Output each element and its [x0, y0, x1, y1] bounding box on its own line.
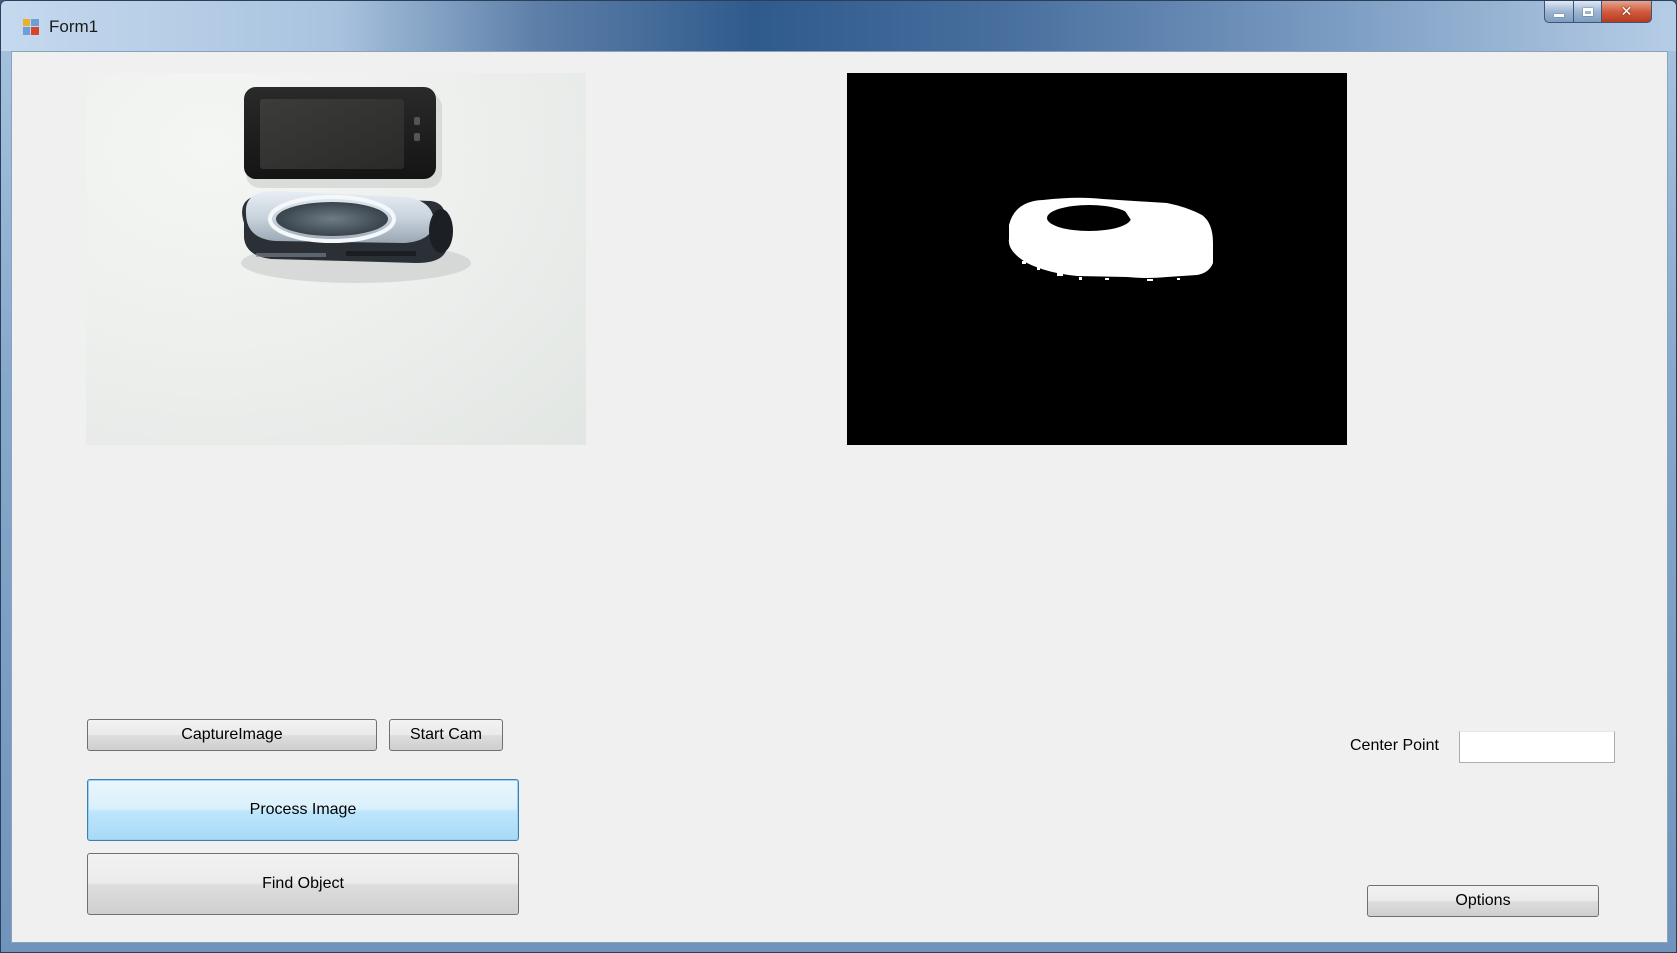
- maximize-icon: [1582, 7, 1593, 16]
- process-image-button[interactable]: Process Image: [87, 779, 519, 841]
- title-bar[interactable]: Form1 ✕: [1, 1, 1676, 51]
- minimize-icon: [1554, 14, 1564, 17]
- window-title: Form1: [49, 17, 99, 36]
- find-object-button[interactable]: Find Object: [87, 853, 519, 915]
- options-button[interactable]: Options: [1367, 885, 1599, 917]
- capture-image-button[interactable]: CaptureImage: [87, 719, 377, 751]
- close-button[interactable]: ✕: [1602, 1, 1652, 23]
- minimize-button[interactable]: [1544, 1, 1574, 23]
- app-icon[interactable]: [23, 19, 39, 35]
- maximize-button[interactable]: [1574, 1, 1602, 23]
- caption-buttons: ✕: [1544, 1, 1652, 25]
- form-client-area: CaptureImage Start Cam Process Image Fin…: [11, 51, 1668, 943]
- form1-window: Form1 ✕ CaptureImage Start Cam Process I…: [0, 0, 1677, 953]
- center-point-field[interactable]: [1459, 731, 1615, 763]
- close-icon: ✕: [1620, 3, 1633, 19]
- camera-capture-image: [241, 87, 471, 283]
- captured-image-picturebox: [86, 73, 586, 445]
- center-point-label: Center Point: [1350, 737, 1439, 754]
- binary-threshold-image: [847, 73, 1347, 445]
- start-cam-button[interactable]: Start Cam: [389, 719, 503, 751]
- processed-image-picturebox: [847, 73, 1347, 445]
